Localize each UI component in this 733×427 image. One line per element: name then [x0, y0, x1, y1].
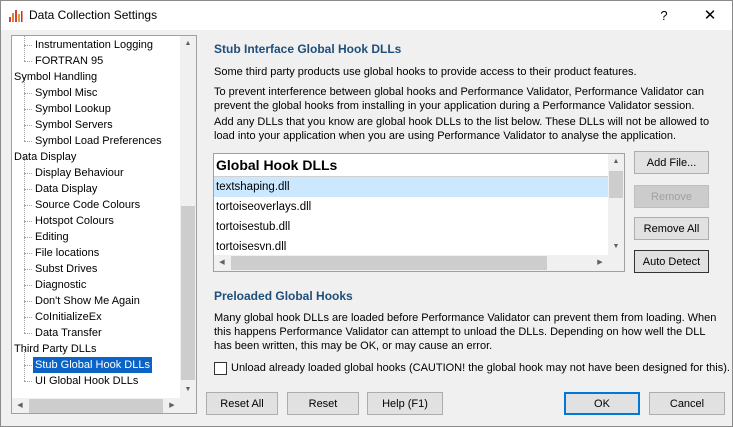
- scroll-up-arrow-icon[interactable]: ▲: [180, 36, 196, 52]
- tree-connector: [24, 301, 32, 302]
- close-button[interactable]: ✕: [689, 1, 731, 30]
- list-horizontal-scrollbar[interactable]: ◀ ▶: [214, 255, 608, 271]
- tree-item[interactable]: Symbol Servers: [33, 117, 115, 133]
- preloaded-section-title: Preloaded Global Hooks: [214, 289, 353, 303]
- add-file-button[interactable]: Add File...: [634, 151, 709, 174]
- ok-button[interactable]: OK: [564, 392, 640, 415]
- list-hscroll-thumb[interactable]: [231, 256, 547, 270]
- tree-scroll-thumb[interactable]: [181, 206, 195, 380]
- tree-item[interactable]: File locations: [33, 245, 101, 261]
- tree-item[interactable]: Data Display: [14, 149, 76, 165]
- tree-horizontal-scrollbar[interactable]: ◀ ▶: [12, 398, 180, 413]
- tree-connector: [24, 61, 32, 62]
- list-item[interactable]: tortoiseoverlays.dll: [214, 197, 608, 217]
- dialog-window: Data Collection Settings ? ✕ Instrumenta…: [0, 0, 733, 427]
- tree-item[interactable]: Symbol Handling: [14, 69, 97, 85]
- tree-item[interactable]: FORTRAN 95: [33, 53, 105, 69]
- tree-items: Instrumentation Logging FORTRAN 95 Symbol …: [12, 36, 180, 398]
- tree-connector: [24, 285, 32, 286]
- reset-button[interactable]: Reset: [287, 392, 359, 415]
- tree-connector: [24, 205, 32, 206]
- tree-item[interactable]: Symbol Misc: [33, 85, 99, 101]
- list-item[interactable]: textshaping.dll: [214, 177, 608, 197]
- scroll-left-arrow-icon[interactable]: ◀: [12, 398, 28, 413]
- tree-item[interactable]: Third Party DLLs: [14, 341, 97, 357]
- tree-connector: [24, 189, 32, 190]
- tree-connector: [24, 125, 32, 126]
- tree-connector: [24, 173, 32, 174]
- tree-item[interactable]: UI Global Hook DLLs: [33, 373, 140, 389]
- tree-vertical-scrollbar[interactable]: ▲ ▼: [180, 36, 196, 398]
- tree-item[interactable]: CoInitializeEx: [33, 309, 104, 325]
- title-bar: Data Collection Settings ? ✕: [1, 1, 732, 30]
- scroll-left-arrow-icon[interactable]: ◀: [214, 255, 230, 271]
- tree-item[interactable]: Subst Drives: [33, 261, 99, 277]
- unload-hooks-label[interactable]: Unload already loaded global hooks (CAUT…: [231, 362, 730, 375]
- tree-item[interactable]: Editing: [33, 229, 71, 245]
- auto-detect-button[interactable]: Auto Detect: [634, 250, 709, 273]
- list-vertical-scrollbar[interactable]: ▲ ▼: [608, 154, 624, 255]
- help-title-button[interactable]: ?: [649, 1, 679, 30]
- tree-connector: [24, 333, 32, 334]
- tree-connector: [24, 93, 32, 94]
- scroll-down-arrow-icon[interactable]: ▼: [608, 239, 624, 255]
- tree-connector: [24, 109, 32, 110]
- tree-connector: [24, 237, 32, 238]
- tree-item[interactable]: Symbol Load Preferences: [33, 133, 164, 149]
- tree-item[interactable]: Hotspot Colours: [33, 213, 116, 229]
- help-button[interactable]: Help (F1): [367, 392, 443, 415]
- tree-connector: [24, 317, 32, 318]
- tree-connector: [24, 381, 32, 382]
- tree-connector: [24, 141, 32, 142]
- tree-item[interactable]: Don't Show Me Again: [33, 293, 142, 309]
- tree-item[interactable]: Symbol Lookup: [33, 101, 113, 117]
- tree-item[interactable]: Data Transfer: [33, 325, 104, 341]
- tree-connector: [24, 253, 32, 254]
- scroll-corner: [180, 398, 196, 413]
- cancel-button[interactable]: Cancel: [649, 392, 725, 415]
- stub-instructions-text: Add any DLLs that you know are global ho…: [214, 116, 710, 142]
- tree-hscroll-thumb[interactable]: [29, 399, 163, 413]
- scroll-down-arrow-icon[interactable]: ▼: [180, 382, 196, 398]
- remove-all-button[interactable]: Remove All: [634, 217, 709, 240]
- tree-item[interactable]: Diagnostic: [33, 277, 88, 293]
- stub-intro-text: Some third party products use global hoo…: [214, 66, 637, 78]
- list-scroll-thumb[interactable]: [609, 171, 623, 198]
- tree-item[interactable]: Source Code Colours: [33, 197, 142, 213]
- unload-hooks-checkbox[interactable]: [214, 362, 227, 375]
- scroll-right-arrow-icon[interactable]: ▶: [164, 398, 180, 413]
- settings-tree[interactable]: Instrumentation Logging FORTRAN 95 Symbol …: [11, 35, 197, 414]
- scroll-right-arrow-icon[interactable]: ▶: [592, 255, 608, 271]
- list-scroll-corner: [608, 255, 624, 271]
- tree-connector: [24, 45, 32, 46]
- tree-item[interactable]: Stub Global Hook DLLs: [33, 357, 152, 373]
- tree-guide-line: [24, 77, 25, 141]
- scroll-up-arrow-icon[interactable]: ▲: [608, 154, 624, 170]
- remove-button[interactable]: Remove: [634, 185, 709, 208]
- window-title: Data Collection Settings: [29, 8, 158, 22]
- tree-item[interactable]: Data Display: [33, 181, 99, 197]
- tree-item[interactable]: Instrumentation Logging: [33, 37, 155, 53]
- list-item[interactable]: tortoisesvn.dll: [214, 237, 608, 257]
- tree-item[interactable]: Display Behaviour: [33, 165, 126, 181]
- tree-connector: [24, 365, 32, 366]
- list-header: Global Hook DLLs: [216, 157, 338, 173]
- list-item[interactable]: tortoisestub.dll: [214, 217, 608, 237]
- stub-section-title: Stub Interface Global Hook DLLs: [214, 42, 402, 56]
- tree-connector: [24, 221, 32, 222]
- stub-interference-text: To prevent interference between global h…: [214, 86, 704, 112]
- app-icon: [8, 8, 23, 23]
- tree-guide-line: [24, 157, 25, 333]
- global-hook-dll-list[interactable]: Global Hook DLLs textshaping.dll tortois…: [213, 153, 625, 272]
- tree-guide-line: [24, 36, 25, 61]
- reset-all-button[interactable]: Reset All: [206, 392, 278, 415]
- tree-connector: [24, 269, 32, 270]
- preloaded-description-text: Many global hook DLLs are loaded before …: [214, 312, 717, 352]
